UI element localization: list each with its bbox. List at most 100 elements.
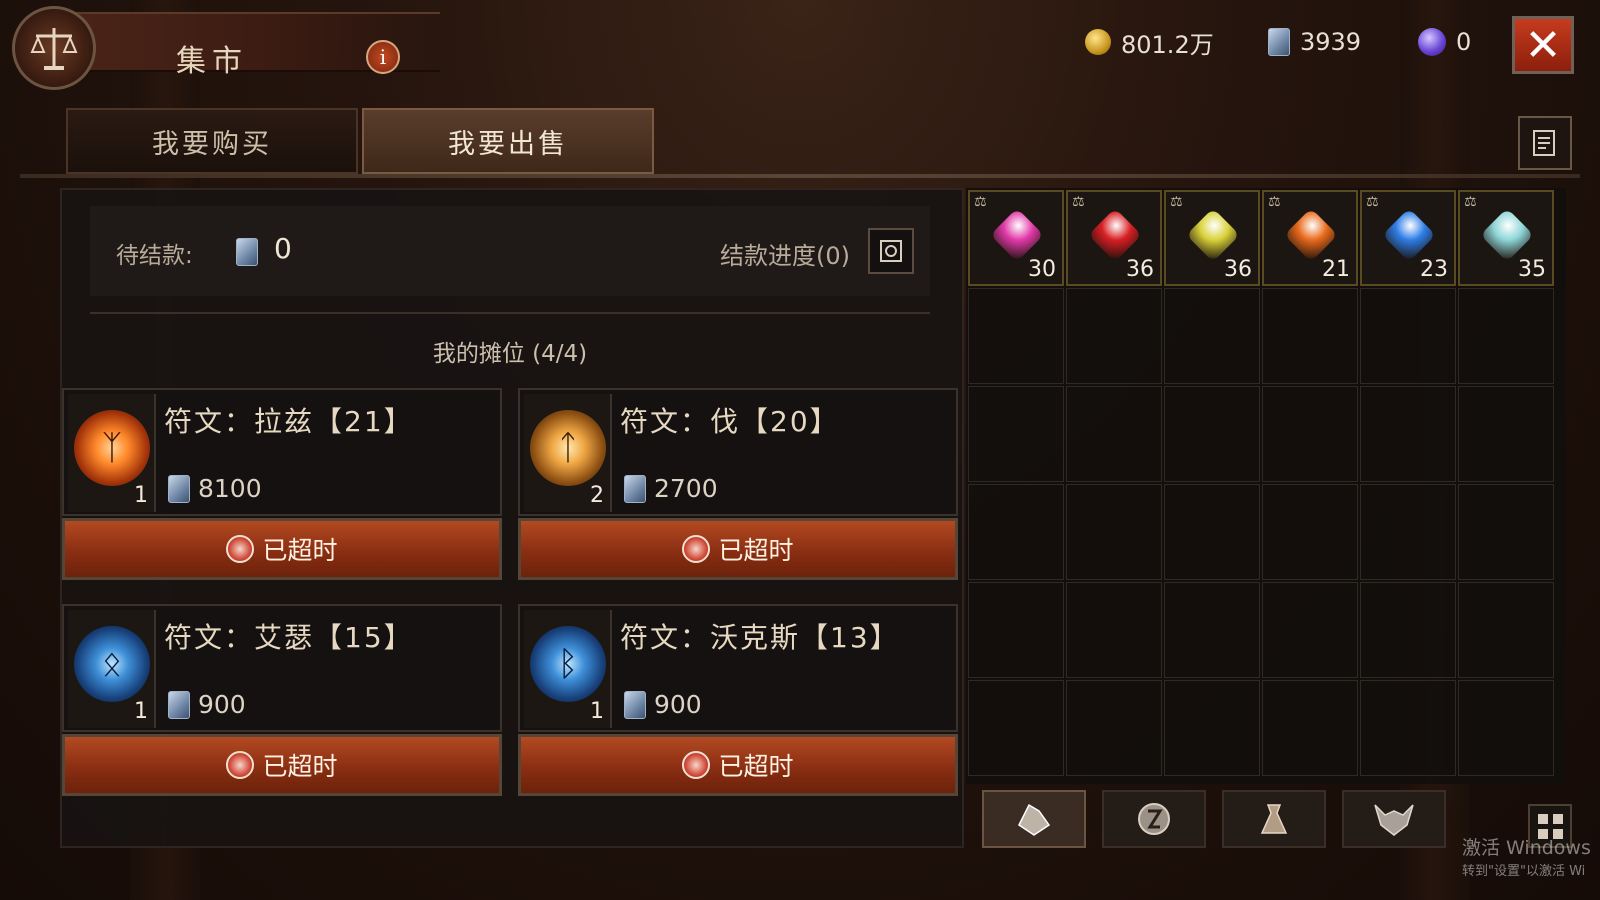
inventory-slot[interactable]: ⚖ 36	[1066, 190, 1162, 286]
inventory-slot[interactable]	[1458, 386, 1554, 482]
gem-count: 21	[1322, 257, 1350, 282]
item-price: 900	[168, 690, 246, 719]
inventory-slot[interactable]	[1066, 288, 1162, 384]
pending-payment-bar: 待结款: 0 结款进度(0)	[90, 206, 930, 296]
inventory-slot[interactable]: ⚖ 35	[1458, 190, 1554, 286]
inventory-slot[interactable]	[1360, 386, 1456, 482]
rune-icon: ᛉ	[74, 410, 150, 486]
inventory-slot[interactable]	[1262, 680, 1358, 776]
payment-progress-button[interactable]	[868, 228, 914, 274]
tradable-scale-icon: ⚖	[1170, 194, 1183, 210]
listing-card[interactable]: ᛏ 2 符文：伐【20】 2700 已超时	[518, 388, 958, 584]
record-log-button[interactable]	[1518, 116, 1572, 170]
inventory-slot[interactable]	[1164, 484, 1260, 580]
inventory-slot[interactable]	[1262, 582, 1358, 678]
inventory-slot[interactable]	[968, 582, 1064, 678]
inventory-slot[interactable]	[1066, 484, 1162, 580]
inventory-slot[interactable]	[1164, 680, 1260, 776]
expired-button[interactable]: 已超时	[518, 518, 958, 580]
inventory-slot[interactable]	[1066, 386, 1162, 482]
gem-icon	[990, 208, 1044, 262]
tab-buy[interactable]: 我要购买	[66, 108, 358, 174]
clock-icon	[226, 751, 255, 779]
item-name: 符文：沃克斯【13】	[620, 621, 900, 654]
pending-value: 0	[274, 232, 292, 265]
tab-divider	[20, 174, 1580, 178]
price-value: 900	[198, 690, 246, 719]
expired-button[interactable]: 已超时	[518, 734, 958, 796]
listing-body[interactable]: ᛏ 2 符文：伐【20】 2700	[518, 388, 958, 516]
listing-body[interactable]: ᛉ 1 符文：拉兹【21】 8100	[62, 388, 502, 516]
inventory-slot[interactable]	[1458, 582, 1554, 678]
expired-button[interactable]: 已超时	[62, 734, 502, 796]
tradable-scale-icon: ⚖	[1072, 194, 1085, 210]
silver-note-icon	[624, 690, 646, 719]
inventory-slot[interactable]	[1360, 288, 1456, 384]
inventory-tab-bag[interactable]	[1222, 790, 1326, 848]
scroll-icon	[880, 240, 902, 262]
inventory-slot[interactable]: ⚖ 36	[1164, 190, 1260, 286]
bag-tab-icon	[1260, 804, 1288, 834]
inventory-slot[interactable]	[968, 288, 1064, 384]
silver-note-icon	[1268, 28, 1290, 56]
inventory-slot[interactable]	[1066, 680, 1162, 776]
inventory-slot[interactable]: ⚖ 21	[1262, 190, 1358, 286]
inventory-slot[interactable]	[1360, 680, 1456, 776]
inventory-slot[interactable]	[1360, 484, 1456, 580]
inventory-slot[interactable]: ⚖ 23	[1360, 190, 1456, 286]
item-slot[interactable]: ᛏ 2	[524, 394, 612, 512]
inventory-slot[interactable]	[1262, 484, 1358, 580]
inventory-tab-runes[interactable]	[1102, 790, 1206, 848]
info-button[interactable]: i	[366, 40, 400, 74]
rune-tab-icon	[1138, 803, 1170, 835]
inventory-slot[interactable]	[968, 680, 1064, 776]
expired-label: 已超时	[262, 752, 338, 781]
divider	[90, 312, 930, 314]
price-value: 2700	[654, 474, 718, 503]
gem-count: 35	[1518, 257, 1546, 282]
gem-count: 30	[1028, 257, 1056, 282]
inventory-slot[interactable]	[1458, 680, 1554, 776]
inventory-slot[interactable]	[1164, 582, 1260, 678]
inventory-slot[interactable]	[1458, 288, 1554, 384]
gem-icon	[1284, 208, 1338, 262]
inventory-slot[interactable]	[968, 386, 1064, 482]
inventory-slot[interactable]	[1360, 582, 1456, 678]
listing-body[interactable]: ᛒ 1 符文：沃克斯【13】 900	[518, 604, 958, 732]
expired-label: 已超时	[718, 536, 794, 565]
inventory-slot[interactable]	[1066, 582, 1162, 678]
inventory-tab-demon[interactable]	[1342, 790, 1446, 848]
inventory-slot[interactable]	[1458, 484, 1554, 580]
payment-progress-label: 结款进度(0)	[720, 242, 850, 270]
listing-body[interactable]: ᛟ 1 符文：艾瑟【15】 900	[62, 604, 502, 732]
listing-card[interactable]: ᛒ 1 符文：沃克斯【13】 900 已超时	[518, 604, 958, 800]
clock-icon	[226, 535, 255, 563]
inventory-slot[interactable]	[968, 484, 1064, 580]
purple-amount: 0	[1456, 28, 1472, 56]
item-slot[interactable]: ᛒ 1	[524, 610, 612, 728]
item-price: 2700	[624, 474, 718, 503]
gem-tab-icon	[1018, 803, 1051, 836]
inventory-slot[interactable]	[1164, 288, 1260, 384]
listing-card[interactable]: ᛉ 1 符文：拉兹【21】 8100 已超时	[62, 388, 502, 584]
inventory-tab-gems[interactable]	[982, 790, 1086, 848]
item-slot[interactable]: ᛉ 1	[68, 394, 156, 512]
inventory-slot[interactable]	[1262, 288, 1358, 384]
expired-button[interactable]: 已超时	[62, 518, 502, 580]
clock-icon	[682, 535, 711, 563]
listing-card[interactable]: ᛟ 1 符文：艾瑟【15】 900 已超时	[62, 604, 502, 800]
inventory-slot[interactable]	[1262, 386, 1358, 482]
clock-icon	[682, 751, 711, 779]
item-count: 1	[134, 483, 148, 508]
inventory-slot[interactable]: ⚖ 30	[968, 190, 1064, 286]
gem-count: 23	[1420, 257, 1448, 282]
inventory-slot[interactable]	[1164, 386, 1260, 482]
tradable-scale-icon: ⚖	[1464, 194, 1477, 210]
item-slot[interactable]: ᛟ 1	[68, 610, 156, 728]
item-count: 2	[590, 483, 604, 508]
gem-icon	[1186, 208, 1240, 262]
price-value: 900	[654, 690, 702, 719]
tab-sell[interactable]: 我要出售	[362, 108, 654, 174]
watermark-line1: 激活 Windows	[1462, 837, 1591, 859]
close-button[interactable]: ✕	[1512, 16, 1574, 74]
